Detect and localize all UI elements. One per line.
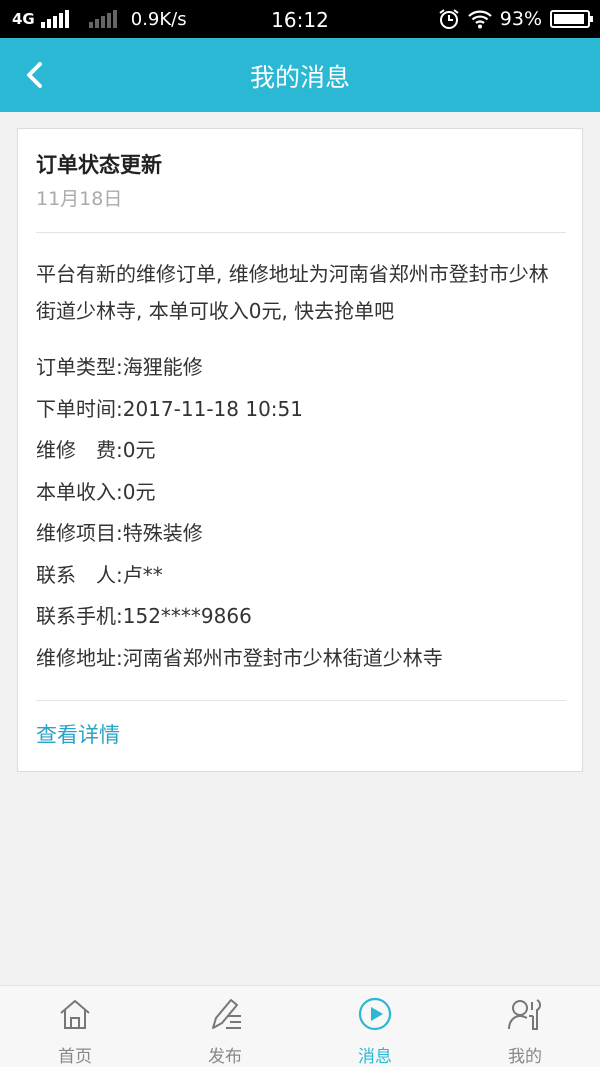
nav-item-home[interactable]: 首页 xyxy=(0,986,150,1067)
divider xyxy=(36,232,566,233)
view-detail-link[interactable]: 查看详情 xyxy=(36,719,120,749)
bottom-nav: 首页 发布 消息 我的 xyxy=(0,985,600,1067)
message-title: 订单状态更新 xyxy=(36,153,162,177)
field-contact: 联系 人: 卢** xyxy=(36,562,163,587)
nav-item-publish[interactable]: 发布 xyxy=(150,986,300,1067)
divider xyxy=(36,700,566,701)
message-date: 11月18日 xyxy=(36,188,123,210)
field-phone: 联系手机: 152****9866 xyxy=(36,604,252,628)
user-tools-icon xyxy=(508,999,541,1030)
field-repair-item: 维修项目: 特殊装修 xyxy=(36,521,203,545)
battery-percent: 93% xyxy=(499,8,542,30)
nav-label-mine: 我的 xyxy=(508,1047,542,1067)
message-body: 平台有新的维修订单, 维修地址为河南省郑州市登封市少林街道少林寺, 本单可收入0… xyxy=(36,262,549,323)
field-repair-fee: 维修 费: 0元 xyxy=(36,438,156,462)
nav-label-publish: 发布 xyxy=(208,1047,242,1067)
field-income: 本单收入: 0元 xyxy=(36,479,156,504)
order-fields: 订单类型: 海狸能修 下单时间: 2017-11-18 10:51 维修 费: … xyxy=(36,350,566,682)
nav-item-mine[interactable]: 我的 xyxy=(450,986,600,1067)
play-circle-icon xyxy=(358,997,392,1031)
edit-icon xyxy=(212,999,241,1029)
app-header: 我的消息 xyxy=(0,38,600,112)
message-card: 订单状态更新 11月18日 平台有新的维修订单, 维修地址为河南省郑州市登封市少… xyxy=(17,128,583,772)
field-order-type: 订单类型: 海狸能修 xyxy=(36,355,203,379)
nav-label-home: 首页 xyxy=(58,1047,92,1067)
wifi-icon xyxy=(468,10,492,29)
field-order-time: 下单时间: 2017-11-18 10:51 xyxy=(36,396,303,421)
battery-icon xyxy=(550,10,593,28)
nav-label-messages: 消息 xyxy=(358,1047,392,1067)
status-bar: 4G 0.9K/s 16:12 93% xyxy=(0,0,600,38)
page-title: 我的消息 xyxy=(249,63,350,92)
nav-item-messages[interactable]: 消息 xyxy=(300,986,450,1067)
alarm-icon xyxy=(439,9,459,29)
home-icon xyxy=(60,1000,90,1029)
field-address: 维修地址: 河南省郑州市登封市少林街道少林寺 xyxy=(36,645,443,670)
